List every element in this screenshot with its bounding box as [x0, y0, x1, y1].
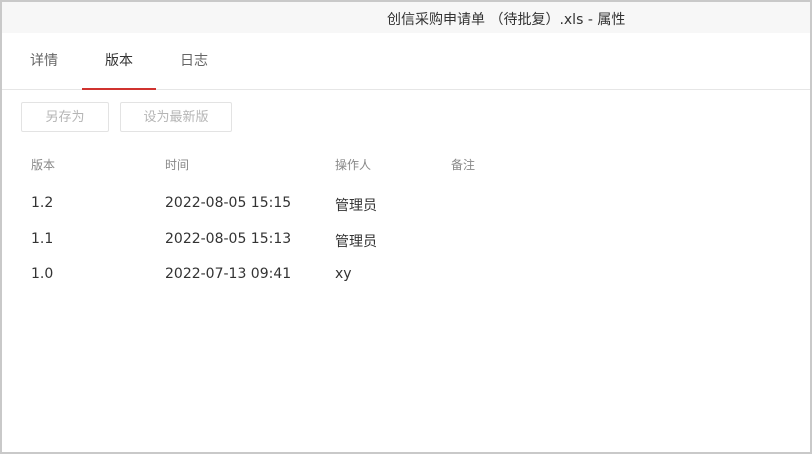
tab-details[interactable]: 详情: [24, 33, 64, 89]
column-header-operator: 操作人: [335, 158, 372, 172]
tab-versions-label: 版本: [105, 53, 133, 69]
title-bar[interactable]: 创信采购申请单 （待批复）.xls - 属性: [2, 2, 810, 33]
table-row[interactable]: 1.2 2022-08-05 15:15 管理员: [2, 195, 810, 229]
column-header-note: 备注: [451, 158, 476, 172]
set-latest-version-button[interactable]: 设为最新版: [120, 102, 232, 132]
operator-cell: xy: [335, 266, 352, 282]
time-cell: 2022-08-05 15:13: [165, 231, 292, 247]
table-row[interactable]: 1.1 2022-08-05 15:13 管理员: [2, 231, 810, 265]
column-header-time: 时间: [165, 158, 190, 172]
set-latest-version-button-label: 设为最新版: [143, 110, 209, 125]
table-row[interactable]: 1.0 2022-07-13 09:41 xy: [2, 266, 810, 300]
operator-cell: 管理员: [335, 234, 377, 250]
time-cell: 2022-08-05 15:15: [165, 195, 292, 211]
version-cell: 1.1: [31, 231, 54, 247]
time-cell: 2022-07-13 09:41: [165, 266, 292, 282]
toolbar: 另存为 设为最新版: [2, 90, 810, 150]
version-cell: 1.0: [31, 266, 54, 282]
tab-versions[interactable]: 版本: [82, 33, 156, 90]
tab-log-label: 日志: [180, 53, 208, 69]
column-header-version: 版本: [31, 158, 56, 172]
save-as-button[interactable]: 另存为: [21, 102, 109, 132]
operator-cell: 管理员: [335, 198, 377, 214]
version-cell: 1.2: [31, 195, 54, 211]
tab-bar: 详情 版本 日志: [2, 33, 810, 90]
save-as-button-label: 另存为: [45, 110, 85, 125]
window-title: 创信采购申请单 （待批复）.xls - 属性: [387, 12, 626, 28]
properties-dialog: 创信采购申请单 （待批复）.xls - 属性 详情 版本 日志 另存为 设为最新…: [0, 0, 812, 454]
tab-log[interactable]: 日志: [174, 33, 214, 89]
tab-details-label: 详情: [30, 53, 58, 69]
table-header: 版本 时间 操作人 备注: [2, 156, 810, 178]
